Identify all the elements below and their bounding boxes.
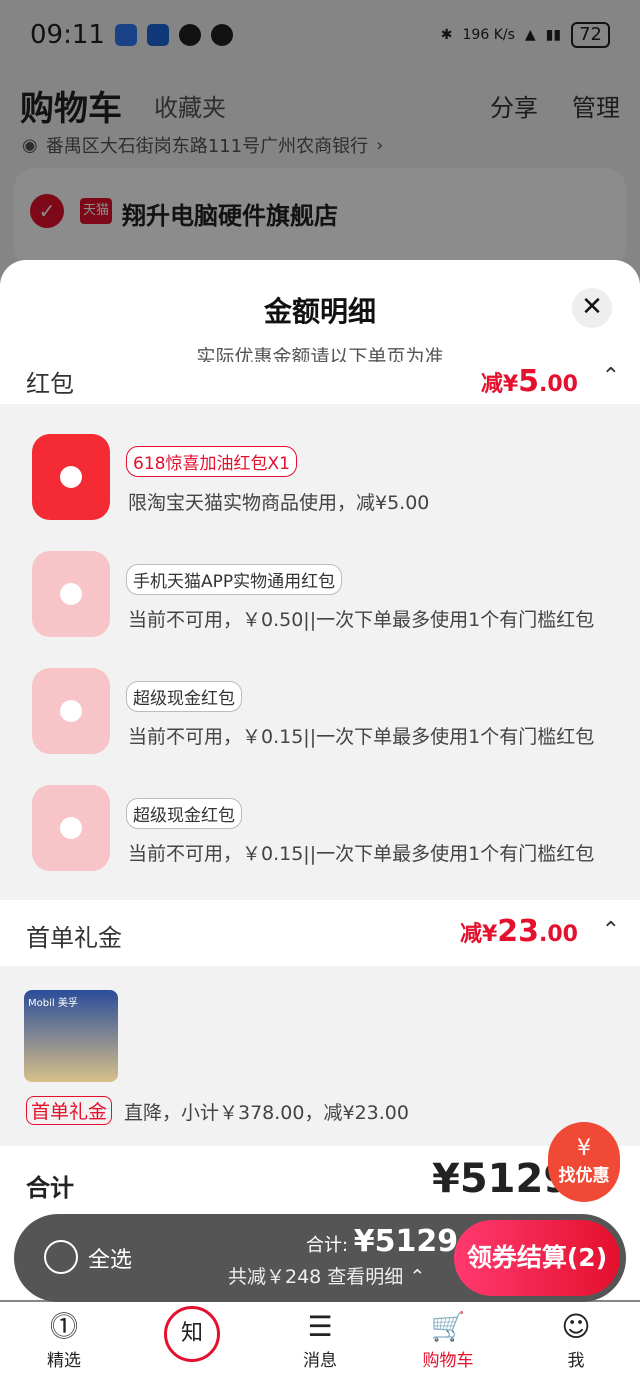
redpacket-icon: [32, 551, 110, 637]
packet-text: 当前不可用，￥0.15||一次下单最多使用1个有门槛红包: [128, 843, 595, 865]
firstorder-amount: 减¥23.00: [459, 914, 578, 949]
total-label: 合计: [26, 1174, 74, 1202]
packet-tag: 超级现金红包: [126, 681, 242, 712]
redpacket-icon: [32, 785, 110, 871]
sheet-total-row: 合计 ¥5129: [0, 1146, 640, 1218]
message-icon: ☰: [307, 1310, 333, 1343]
view-details-link[interactable]: 共减￥248 查看明细 ⌃: [228, 1262, 425, 1289]
redpacket-amount: 减¥5.00: [480, 364, 578, 399]
select-all-checkbox[interactable]: [44, 1240, 78, 1274]
tab-messages[interactable]: ☰ 消息: [256, 1302, 384, 1381]
chevron-up-icon: ⌃: [601, 364, 620, 389]
find-discount-label: 找优惠: [558, 1166, 610, 1186]
packet-tag: 618惊喜加油红包X1: [126, 446, 297, 477]
redpacket-icon: [32, 434, 110, 520]
tab-cart[interactable]: 🛒 购物车: [384, 1302, 512, 1381]
redpacket-icon: [32, 668, 110, 754]
first-order-text: 直降，小计￥378.00，减¥23.00: [124, 1102, 409, 1124]
firstorder-label: 首单礼金: [26, 924, 122, 952]
bar-total: 合计: ¥5129: [306, 1224, 459, 1259]
amount-detail-sheet: 金额明细 实际优惠金额请以下单页为准 ✕ 红包 减¥5.00 ⌃ 618惊喜加油…: [0, 260, 640, 1300]
close-button[interactable]: ✕: [572, 288, 612, 328]
product-image[interactable]: Mobil 美孚: [24, 990, 118, 1082]
coupon-icon: ¥: [577, 1136, 591, 1161]
find-discount-button[interactable]: ¥ 找优惠: [548, 1122, 620, 1202]
firstorder-header[interactable]: 首单礼金 减¥23.00 ⌃: [0, 900, 640, 966]
tab-me[interactable]: ☺ 我: [512, 1302, 640, 1381]
bottom-tab-bar: ⓵ 精选 知 ☰ 消息 🛒 购物车 ☺ 我: [0, 1302, 640, 1381]
redpacket-header[interactable]: 红包 减¥5.00 ⌃: [0, 362, 640, 404]
packet-tag: 超级现金红包: [126, 798, 242, 829]
select-all-label[interactable]: 全选: [88, 1242, 132, 1274]
home-icon: ⓵: [49, 1310, 78, 1343]
packet-text: 当前不可用，￥0.15||一次下单最多使用1个有门槛红包: [128, 726, 595, 748]
packet-text: 当前不可用，￥0.50||一次下单最多使用1个有门槛红包: [128, 609, 595, 631]
tab-featured[interactable]: ⓵ 精选: [0, 1302, 128, 1381]
redpacket-label: 红包: [26, 370, 74, 398]
packet-tag: 手机天猫APP实物通用红包: [126, 564, 343, 595]
checkout-bar: 全选 合计: ¥5129 共减￥248 查看明细 ⌃ 领券结算(2): [14, 1214, 626, 1302]
smile-icon: ☺: [561, 1310, 591, 1343]
checkout-button[interactable]: 领券结算(2): [454, 1220, 620, 1296]
chevron-up-icon: ⌃: [601, 918, 620, 943]
first-order-tag: 首单礼金: [26, 1096, 113, 1125]
cart-icon: 🛒: [430, 1310, 466, 1343]
tab-center-avatar[interactable]: 知: [128, 1302, 256, 1381]
avatar-icon: 知: [164, 1306, 220, 1362]
sheet-title: 金额明细: [263, 295, 376, 328]
packet-text: 限淘宝天猫实物商品使用，减¥5.00: [128, 492, 430, 514]
